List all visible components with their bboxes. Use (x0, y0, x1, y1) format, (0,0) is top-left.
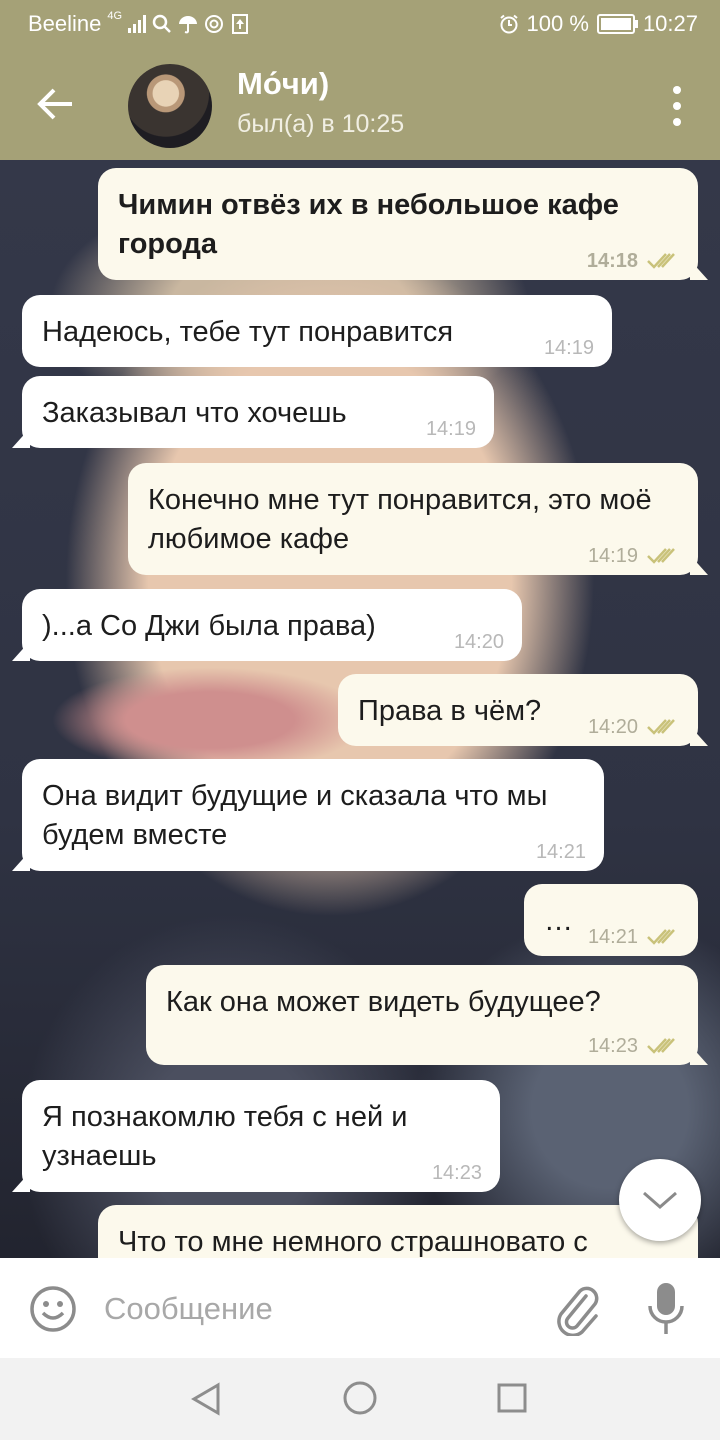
message-text: … (544, 905, 573, 937)
read-check-icon (647, 253, 675, 269)
message-time: 14:20 (453, 631, 504, 653)
message-bubble[interactable]: )...а Со Джи была права) 14:20 (12, 589, 522, 661)
message-text: Надеюсь, тебе тут понравится (42, 316, 454, 348)
message-text: Как она может видеть будущее? (166, 986, 601, 1018)
message-list[interactable]: Чимин отвёз их в небольшое кафе города 1… (0, 160, 720, 1258)
message-text: Чимин отвёз их в небольшое кафе города (118, 189, 619, 260)
message-text: Что то мне немного страшновато с (118, 1226, 588, 1258)
message-composer (0, 1258, 720, 1358)
message-text: Конечно мне тут понравится, это моё люби… (148, 484, 652, 555)
last-seen-status: был(а) в 10:25 (237, 110, 405, 138)
microphone-icon[interactable] (646, 1280, 686, 1338)
message-text: Она видит будущие и сказала что мы будем… (42, 780, 548, 851)
message-time: 14:18 (586, 250, 638, 272)
nav-home-icon[interactable] (342, 1380, 378, 1416)
message-text: Заказывал что хочешь (42, 397, 347, 429)
message-time: 14:23 (587, 1035, 638, 1057)
back-arrow-icon[interactable] (30, 78, 82, 130)
message-time: 14:19 (587, 545, 638, 567)
message-bubble[interactable]: … 14:21 (524, 884, 698, 956)
battery-percent: 100 % (526, 11, 589, 36)
upload-icon (232, 14, 249, 34)
message-bubble[interactable]: Что то мне немного страшновато с (98, 1205, 698, 1258)
status-bar: Beeline 4G 100 % 10:27 (0, 0, 720, 48)
message-time: 14:21 (587, 926, 638, 948)
scroll-down-button[interactable] (619, 1159, 701, 1241)
message-bubble[interactable]: Она видит будущие и сказала что мы будем… (12, 759, 604, 871)
message-bubble[interactable]: Я познакомлю тебя с ней и узнаешь 14:23 (12, 1080, 500, 1192)
message-text: Я познакомлю тебя с ней и узнаешь (42, 1101, 408, 1172)
battery-icon (596, 14, 638, 34)
message-bubble[interactable]: Конечно мне тут понравится, это моё люби… (128, 463, 708, 575)
message-text: Права в чём? (358, 695, 542, 727)
at-icon (205, 15, 224, 33)
network-type-label: 4G (107, 10, 123, 22)
message-time: 14:21 (535, 841, 586, 863)
message-bubble[interactable]: Надеюсь, тебе тут понравится 14:19 (22, 295, 612, 367)
message-time: 14:19 (543, 337, 594, 359)
chat-title[interactable]: Мо́чи) (237, 66, 329, 102)
read-check-icon (647, 548, 675, 564)
message-time: 14:19 (425, 418, 476, 440)
emoji-icon[interactable] (28, 1284, 78, 1334)
carrier-label: Beeline (28, 11, 102, 36)
read-check-icon (647, 1038, 675, 1054)
message-time: 14:20 (587, 716, 638, 738)
message-text: )...а Со Джи была права) (42, 610, 376, 642)
message-time: 14:23 (431, 1162, 482, 1184)
search-icon (152, 14, 171, 33)
umbrella-icon (179, 16, 198, 34)
message-bubble[interactable]: Как она может видеть будущее? 14:23 (146, 965, 708, 1065)
chevron-down-icon (643, 1191, 677, 1209)
message-bubble[interactable]: Права в чём? 14:20 (338, 674, 708, 746)
read-check-icon (647, 719, 675, 735)
message-bubble[interactable]: Заказывал что хочешь 14:19 (12, 376, 494, 448)
nav-recent-apps-icon[interactable] (496, 1382, 528, 1414)
message-bubble[interactable]: Чимин отвёз их в небольшое кафе города 1… (98, 168, 708, 280)
chat-header: Мо́чи) был(а) в 10:25 (0, 48, 720, 160)
paperclip-icon[interactable] (552, 1282, 600, 1336)
nav-back-icon[interactable] (190, 1382, 222, 1416)
system-nav-bar (0, 1358, 720, 1440)
more-menu-icon[interactable] (670, 86, 684, 126)
message-input[interactable] (104, 1282, 524, 1336)
clock: 10:27 (642, 11, 698, 36)
alarm-icon (499, 14, 518, 34)
read-check-icon (647, 929, 675, 945)
avatar[interactable] (128, 64, 212, 148)
signal-icon (128, 15, 147, 33)
